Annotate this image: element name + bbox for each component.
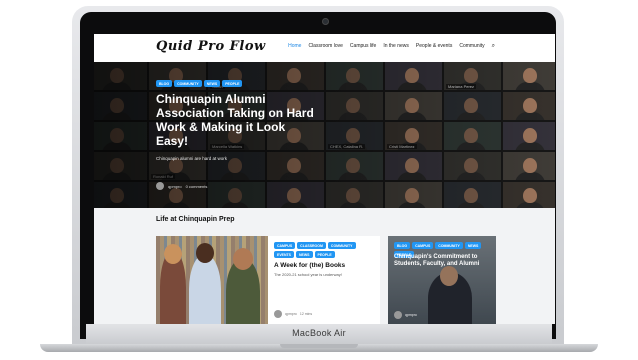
- tag-events[interactable]: EVENTS: [274, 251, 295, 258]
- post-card-commitment[interactable]: BLOG CAMPUS COMMUNITY NEWS PEOPLE Chinqu…: [388, 236, 496, 324]
- laptop-screen: Quid Pro Flow Home Classroom love Campus…: [94, 34, 555, 324]
- author-avatar: [394, 311, 402, 319]
- hero-meta: qpmpro 0 comments: [156, 182, 207, 190]
- nav-campus-life[interactable]: Campus life: [350, 43, 376, 50]
- tag-news[interactable]: NEWS: [203, 80, 221, 87]
- tag-classroom[interactable]: CLASSROOM: [297, 242, 326, 249]
- nav-community[interactable]: Community: [459, 43, 484, 50]
- card-author[interactable]: qpmpro: [405, 313, 417, 317]
- search-icon[interactable]: ⌕: [492, 43, 495, 50]
- card-tags: CAMPUS CLASSROOM COMMUNITY EVENTS NEWS P…: [274, 242, 374, 258]
- card-meta: qpmpro: [394, 311, 417, 319]
- tag-community[interactable]: COMMUNITY: [435, 242, 463, 249]
- hero-author[interactable]: qpmpro: [168, 184, 182, 189]
- site-logo[interactable]: Quid Pro Flow: [156, 39, 266, 54]
- laptop-notch: [280, 344, 358, 348]
- student-face: [233, 248, 253, 270]
- hero-tags: BLOG COMMUNITY NEWS PEOPLE: [156, 80, 243, 87]
- hero-feature[interactable]: SarahMariana PerezMarcella WatkinsCHEX, …: [94, 62, 555, 208]
- life-section: Life at Chinquapin Prep CAMPUS CLASSROOM…: [94, 208, 555, 324]
- device-label: MacBook Air: [292, 328, 346, 338]
- tag-news[interactable]: NEWS: [464, 242, 482, 249]
- card-meta: qpmpro 12 mins: [274, 310, 312, 318]
- nav-in-the-news[interactable]: In the news: [383, 43, 409, 50]
- student-figure: [189, 254, 221, 324]
- section-title: Life at Chinquapin Prep: [156, 216, 235, 223]
- nav-home[interactable]: Home: [288, 43, 301, 50]
- laptop-chin: MacBook Air: [86, 324, 552, 344]
- tag-blog[interactable]: BLOG: [156, 80, 173, 87]
- student-face: [164, 244, 182, 264]
- tag-blog[interactable]: BLOG: [394, 242, 411, 249]
- site-header: Quid Pro Flow Home Classroom love Campus…: [94, 34, 555, 63]
- hero-comments[interactable]: 0 comments: [186, 184, 208, 189]
- student-face: [196, 243, 214, 263]
- author-avatar: [156, 182, 164, 190]
- tag-people[interactable]: PEOPLE: [314, 251, 335, 258]
- card-title[interactable]: A Week for (the) Books: [274, 262, 345, 269]
- camera-icon: [322, 18, 329, 25]
- tag-news[interactable]: NEWS: [296, 251, 313, 258]
- card-photo-students[interactable]: [156, 236, 268, 324]
- tag-campus[interactable]: CAMPUS: [412, 242, 434, 249]
- main-nav: Home Classroom love Campus life In the n…: [288, 43, 495, 50]
- card-title[interactable]: Chinquapin's Commitment to Students, Fac…: [394, 254, 492, 268]
- hero-excerpt: Chinquapin alumni are hard at work: [156, 156, 228, 161]
- tag-community[interactable]: COMMUNITY: [174, 80, 202, 87]
- card-read-time: 12 mins: [299, 312, 313, 316]
- card-author[interactable]: qpmpro: [285, 312, 297, 316]
- author-avatar: [274, 310, 282, 318]
- card-excerpt: The 2020-21 school year is underway!: [274, 272, 342, 277]
- tag-campus[interactable]: CAMPUS: [274, 242, 296, 249]
- nav-people-events[interactable]: People & events: [416, 43, 452, 50]
- tag-community[interactable]: COMMUNITY: [327, 242, 356, 249]
- nav-classroom-love[interactable]: Classroom love: [308, 43, 342, 50]
- post-card-week-for-books[interactable]: CAMPUS CLASSROOM COMMUNITY EVENTS NEWS P…: [268, 236, 380, 324]
- hero-title[interactable]: Chinquapin Alumni Association Taking on …: [156, 92, 316, 148]
- tag-people[interactable]: PEOPLE: [222, 80, 243, 87]
